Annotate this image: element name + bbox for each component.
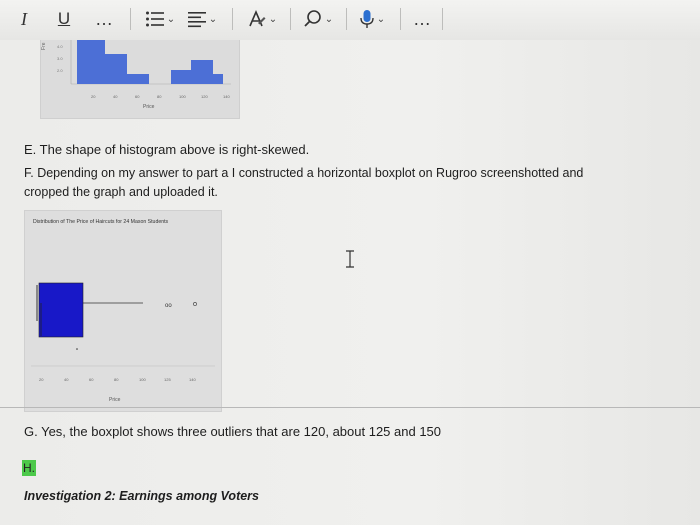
histogram-xtick: 140 (223, 94, 230, 99)
paragraph-g: G. Yes, the boxplot shows three outliers… (24, 424, 442, 439)
histogram-xtick: 40 (113, 94, 118, 99)
text-cursor-icon (344, 250, 356, 268)
toolbar-separator (290, 8, 291, 30)
histogram-ytick: 2.0 (57, 68, 63, 73)
histogram-bar (213, 74, 223, 84)
toolbar-separator (442, 8, 443, 30)
paragraph-f-line1: F. Depending on my answer to part a I co… (24, 166, 584, 180)
boxplot-xlabel: Price (109, 397, 121, 403)
toolbar-separator (232, 8, 233, 30)
bullet-list-icon (145, 10, 165, 28)
more-formatting-button[interactable]: … (92, 6, 116, 32)
boxplot-xtick: 140 (189, 377, 196, 382)
histogram-ytick: 4.0 (57, 44, 63, 49)
chevron-down-icon: ⌄ (208, 13, 218, 25)
formatting-toolbar: I U … ⌄ ⌄ ⌄ ⌄ ⌄ … (0, 0, 700, 41)
styles-button[interactable]: ⌄ (244, 6, 280, 32)
boxplot-xtick: 40 (64, 377, 69, 382)
boxplot-chart: Distribution of The Price of Haircuts fo… (31, 219, 215, 403)
boxplot-xtick: 20 (39, 377, 44, 382)
dictate-button[interactable]: ⌄ (354, 6, 390, 32)
bullet-list-button[interactable]: ⌄ (142, 6, 178, 32)
chevron-down-icon: ⌄ (324, 13, 334, 25)
underline-button[interactable]: U (54, 6, 74, 32)
microphone-icon (359, 9, 375, 29)
chevron-down-icon: ⌄ (376, 13, 386, 25)
paragraph-f-line2: cropped the graph and uploaded it. (24, 185, 218, 199)
paragraph-e: E. The shape of histogram above is right… (24, 142, 310, 157)
paragraph-h-highlight[interactable]: H. (22, 460, 36, 476)
chevron-down-icon: ⌄ (166, 13, 176, 25)
boxplot-box (38, 282, 84, 338)
find-button[interactable]: ⌄ (300, 6, 336, 32)
overflow-menu-button[interactable]: … (410, 6, 434, 32)
histogram-xtick: 100 (179, 94, 186, 99)
histogram-xtick: 80 (157, 94, 162, 99)
italic-button[interactable]: I (14, 6, 34, 32)
investigation-heading: Investigation 2: Earnings among Voters (24, 489, 259, 503)
histogram-bar (191, 60, 213, 84)
histogram-xtick: 20 (91, 94, 96, 99)
chevron-down-icon: ⌄ (268, 13, 278, 25)
toolbar-separator (346, 8, 347, 30)
document-page[interactable]: Fre 4.0 3.0 2.0 20406080100120140160 Pri… (0, 40, 700, 525)
align-left-icon (187, 10, 207, 28)
search-icon (303, 9, 323, 29)
boxplot-outliers-cluster: oo (165, 303, 172, 309)
histogram-bar (127, 74, 149, 84)
histogram-bar (171, 70, 191, 84)
histogram-bar (105, 54, 127, 84)
histogram-xlabel: Price (143, 104, 155, 110)
boxplot-xtick: 80 (114, 377, 119, 382)
styles-pen-icon (247, 9, 267, 29)
boxplot-outlier (193, 302, 197, 306)
histogram-chart: Fre 4.0 3.0 2.0 20406080100120140160 Pri… (41, 40, 252, 110)
histogram-ylabel: Fre (41, 42, 47, 50)
boxplot-xtick: 100 (139, 377, 146, 382)
boxplot-image: Distribution of The Price of Haircuts fo… (24, 210, 222, 412)
toolbar-separator (400, 8, 401, 30)
histogram-image: Fre 4.0 3.0 2.0 20406080100120140160 Pri… (40, 40, 252, 119)
boxplot-xtick: 125 (164, 377, 171, 382)
toolbar-separator (130, 8, 131, 30)
boxplot-title: Distribution of The Price of Haircuts fo… (33, 219, 169, 225)
boxplot-xtick: 60 (89, 377, 94, 382)
align-button[interactable]: ⌄ (184, 6, 220, 32)
histogram-bar (77, 40, 105, 84)
histogram-xtick: 60 (135, 94, 140, 99)
histogram-ytick: 3.0 (57, 56, 63, 61)
histogram-xtick: 120 (201, 94, 208, 99)
divider (0, 407, 700, 408)
